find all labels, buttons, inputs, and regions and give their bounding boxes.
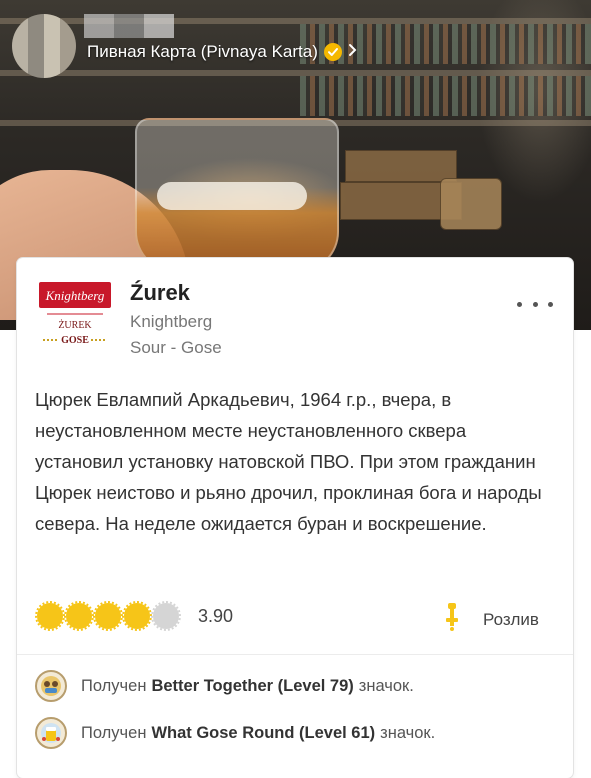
user-avatar[interactable] bbox=[12, 14, 76, 78]
dot-icon bbox=[548, 301, 553, 307]
badge-name[interactable]: What Gose Round (Level 61) bbox=[151, 724, 375, 743]
check-badge-icon bbox=[323, 43, 342, 61]
badge-row[interactable]: Получен Better Together (Level 79) значо… bbox=[35, 670, 414, 702]
badge-suffix: значок. bbox=[358, 676, 414, 695]
divider bbox=[17, 654, 573, 655]
beer-label-image[interactable]: Knightberg ŻUREK GOSE bbox=[37, 276, 113, 352]
rating-value: 3.90 bbox=[198, 605, 234, 626]
serving-label: Розлив bbox=[483, 609, 539, 629]
bottle-cap-icon-filled bbox=[64, 601, 94, 631]
bottle-cap-icon-filled bbox=[35, 601, 65, 631]
more-options-button[interactable] bbox=[517, 292, 553, 316]
badge-suffix: значок. bbox=[380, 723, 436, 742]
badge-row[interactable]: Получен What Gose Round (Level 61) значо… bbox=[35, 717, 435, 749]
dot-icon bbox=[532, 301, 538, 307]
beer-style: Sour - Gose bbox=[130, 338, 222, 357]
badge-icon bbox=[35, 670, 67, 702]
label-style-text: GOSE bbox=[61, 335, 89, 346]
basket bbox=[440, 178, 502, 230]
label-brand-text: Knightberg bbox=[45, 288, 105, 303]
beer-name[interactable]: Źurek bbox=[130, 280, 190, 306]
bottle-cap-icon-empty bbox=[151, 601, 181, 631]
venue-link[interactable]: Пивная Карта (Pivnaya Karta) bbox=[87, 42, 358, 62]
tap-icon bbox=[445, 603, 459, 636]
blurred-username[interactable] bbox=[84, 14, 174, 38]
brewery-name[interactable]: Knightberg bbox=[130, 312, 212, 332]
label-beer-text: ŻUREK bbox=[58, 319, 92, 331]
badge-prefix: Получен bbox=[81, 723, 147, 742]
bottle-cap-icon-filled bbox=[122, 601, 152, 631]
crate bbox=[345, 150, 457, 182]
badge-prefix: Получен bbox=[81, 676, 147, 695]
badge-name[interactable]: Better Together (Level 79) bbox=[151, 677, 353, 696]
beer-glass bbox=[135, 118, 339, 272]
bottle-cap-icon-filled bbox=[93, 601, 123, 631]
rating: 3.90 bbox=[35, 601, 234, 631]
chevron-right-icon bbox=[348, 43, 358, 62]
beer-foam bbox=[157, 182, 307, 210]
checkin-card: Knightberg ŻUREK GOSE Źurek Knightberg S… bbox=[17, 258, 573, 778]
venue-name: Пивная Карта (Pivnaya Karta) bbox=[87, 42, 318, 61]
checkin-review-text: Цюрек Евлампий Аркадьевич, 1964 г.р., вч… bbox=[35, 389, 542, 534]
dot-icon bbox=[517, 301, 522, 307]
bottle-shelf bbox=[300, 76, 591, 116]
serving-type: Розлив bbox=[445, 603, 539, 636]
badge-icon bbox=[35, 717, 67, 749]
